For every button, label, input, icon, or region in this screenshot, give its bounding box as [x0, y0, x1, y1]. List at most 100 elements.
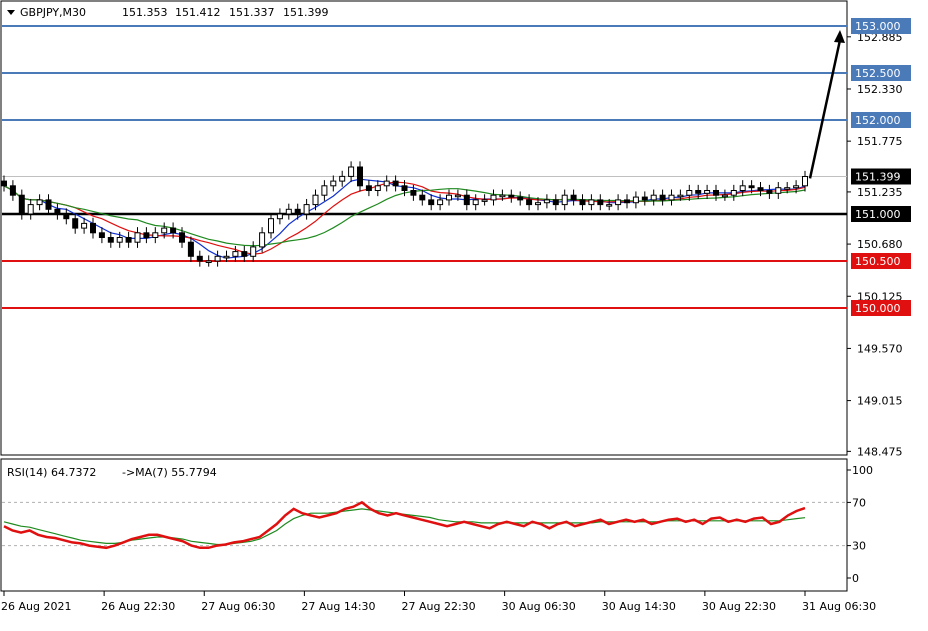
time-tick-label: 27 Aug 22:30 [402, 600, 476, 613]
candle-body [757, 187, 764, 191]
level-tag-text: 150.500 [855, 255, 901, 268]
time-tick-label: 27 Aug 06:30 [201, 600, 275, 613]
candle-body [570, 194, 577, 201]
rsi-label: RSI(14) 64.7372 [7, 466, 96, 479]
candle-body [579, 199, 586, 206]
candle-body [508, 194, 515, 198]
candle-body [481, 199, 488, 202]
candle-body [419, 194, 426, 201]
level-tag-text: 150.000 [855, 302, 901, 315]
candle-body [268, 218, 274, 234]
price-tick-label: 149.570 [857, 342, 903, 355]
candle-body [116, 237, 123, 243]
time-tick-label: 30 Aug 14:30 [602, 600, 676, 613]
price-tick-label: 151.235 [857, 186, 903, 199]
candle-body [134, 232, 141, 243]
candle-body [18, 194, 25, 215]
price-tick-label: 148.475 [857, 445, 903, 458]
candle-body [695, 190, 702, 194]
candle-body [552, 199, 559, 206]
symbol-label: GBPJPY,M30 [20, 6, 86, 19]
candle-body [713, 190, 719, 196]
price-tick-label: 152.330 [857, 83, 903, 96]
candle-body [686, 190, 693, 196]
candle-body [330, 180, 337, 187]
candle-body [517, 196, 524, 201]
candle-body [632, 196, 639, 204]
candle-body [45, 199, 52, 210]
candle-body [437, 199, 444, 206]
candle-body [205, 260, 212, 263]
candle-body [588, 199, 595, 206]
candle-body [125, 237, 132, 243]
candle-body [303, 204, 310, 215]
candle-body [232, 251, 239, 257]
current-price-tag-text: 151.399 [855, 170, 901, 183]
candle-body [187, 241, 194, 257]
candle-body [98, 232, 105, 239]
price-pane [0, 0, 848, 456]
candle-body [650, 194, 657, 201]
candle-body [223, 255, 230, 259]
candle-body [374, 185, 381, 192]
price-tick-label: 150.680 [857, 238, 903, 251]
candle-body [276, 213, 283, 220]
rsi-tick-label: 70 [852, 496, 866, 509]
candle-body [802, 175, 808, 187]
candle-body [704, 190, 711, 194]
candle-body [668, 194, 675, 201]
level-tag-150.000: 150.000 [851, 300, 911, 316]
level-tag-152.500: 152.500 [851, 65, 911, 81]
level-tag-152.000: 152.000 [851, 112, 911, 128]
candle-body [472, 199, 479, 206]
candle-body [36, 199, 43, 206]
candle-body [63, 213, 70, 220]
level-tag-151.000: 151.000 [851, 206, 911, 222]
time-tick-label: 30 Aug 22:30 [702, 600, 776, 613]
candle-body [392, 180, 399, 187]
candle-body [90, 222, 96, 234]
candle-body [624, 199, 630, 204]
candle-body [615, 199, 622, 206]
rsi-tick-label: 30 [852, 540, 866, 553]
candle-body [179, 232, 185, 243]
candle-body [526, 199, 533, 206]
candle-body [428, 199, 435, 206]
level-tag-text: 153.000 [855, 20, 901, 33]
level-tag-150.500: 150.500 [851, 253, 911, 269]
candle-body [784, 187, 791, 190]
candle-body [721, 194, 728, 198]
candle-body [72, 218, 79, 229]
candle-body [1, 180, 7, 187]
ohlc-low: 151.337 [229, 6, 275, 19]
chart-canvas: 152.885152.330151.775151.235150.680150.1… [0, 0, 928, 627]
ohlc-open: 151.353 [122, 6, 168, 19]
candle-body [143, 232, 150, 239]
candle-body [339, 175, 346, 182]
candle-body [357, 166, 363, 187]
candle-body [454, 194, 461, 198]
candle-body [241, 251, 248, 257]
time-tick-label: 26 Aug 22:30 [101, 600, 175, 613]
time-tick-label: 31 Aug 06:30 [802, 600, 876, 613]
candle-body [214, 255, 221, 262]
ohlc-close: 151.399 [283, 6, 329, 19]
candle-body [739, 185, 746, 192]
candle-body [499, 194, 506, 198]
candle-body [196, 255, 203, 262]
candle-body [294, 208, 301, 215]
candle-body [606, 204, 613, 207]
candle-body [597, 199, 604, 206]
candle-body [152, 232, 159, 239]
candle-body [463, 194, 470, 206]
candle-body [446, 194, 452, 201]
rsi-tick-label: 100 [852, 464, 873, 477]
candle-body [561, 194, 568, 206]
candle-body [259, 232, 266, 248]
chart-window: 152.885 152.330 151.775 151.235 150.680 150.1… [0, 0, 928, 627]
candle-body [659, 194, 666, 201]
candle-body [321, 185, 328, 196]
current-price-tag: 151.399 [851, 168, 911, 185]
candle-body [9, 185, 16, 196]
candle-body [54, 208, 61, 215]
